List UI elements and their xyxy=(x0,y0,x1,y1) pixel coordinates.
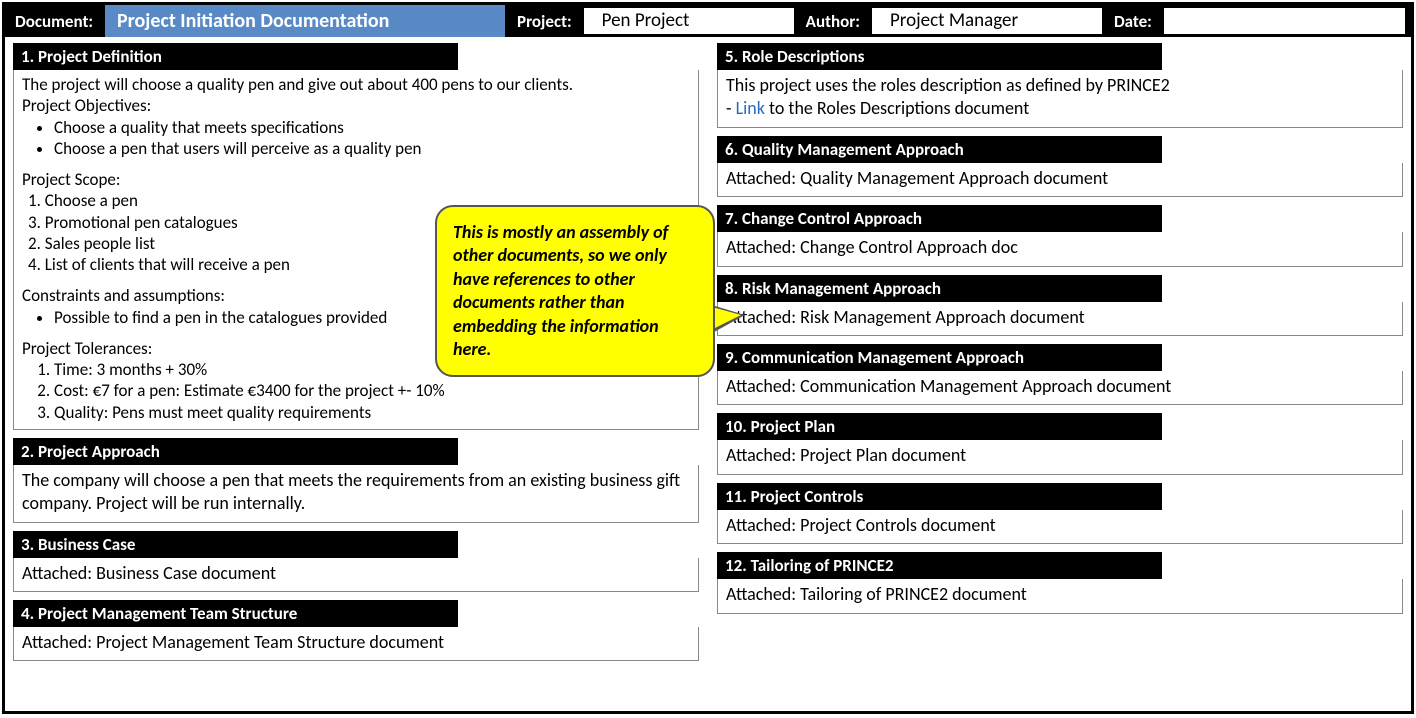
date-label: Date: xyxy=(1108,11,1158,32)
annotation-callout: This is mostly an assembly of other docu… xyxy=(435,205,715,377)
section-project-controls: 11. Project Controls Attached: Project C… xyxy=(717,483,1403,544)
section-header: 12. Tailoring of PRINCE2 xyxy=(717,552,1162,579)
section-quality-approach: 6. Quality Management Approach Attached:… xyxy=(717,136,1403,197)
section-business-case: 3. Business Case Attached: Business Case… xyxy=(13,531,699,592)
section-header: 1. Project Definition xyxy=(13,43,458,70)
list-item: Choose a pen that users will perceive as… xyxy=(54,138,692,159)
role-desc-line2: - Link to the Roles Descriptions documen… xyxy=(726,97,1396,120)
list-item: Quality: Pens must meet quality requirem… xyxy=(54,402,692,423)
project-value: Pen Project xyxy=(584,8,794,34)
section-body: The company will choose a pen that meets… xyxy=(13,465,699,523)
document-title: Project Initiation Documentation xyxy=(105,5,505,37)
section-header: 10. Project Plan xyxy=(717,413,1162,440)
list-item: Choose a quality that meets specificatio… xyxy=(54,117,692,138)
section-communication: 9. Communication Management Approach Att… xyxy=(717,344,1403,405)
date-value xyxy=(1164,8,1405,34)
section-role-descriptions: 5. Role Descriptions This project uses t… xyxy=(717,43,1403,128)
section-team-structure: 4. Project Management Team Structure Att… xyxy=(13,600,699,661)
section-project-plan: 10. Project Plan Attached: Project Plan … xyxy=(717,413,1403,474)
author-label: Author: xyxy=(800,11,866,32)
role-desc-line1: This project uses the roles description … xyxy=(726,74,1396,97)
objectives-list: Choose a quality that meets specificatio… xyxy=(54,117,692,160)
section-body: Attached: Project Management Team Struct… xyxy=(13,627,699,661)
section-header: 7. Change Control Approach xyxy=(717,205,1162,232)
section-header: 8. Risk Management Approach xyxy=(717,275,1162,302)
section-body: This project uses the roles description … xyxy=(717,70,1403,128)
section-header: 3. Business Case xyxy=(13,531,458,558)
section-change-control: 7. Change Control Approach Attached: Cha… xyxy=(717,205,1403,266)
section-header: 6. Quality Management Approach xyxy=(717,136,1162,163)
project-label: Project: xyxy=(511,11,578,32)
section-header: 9. Communication Management Approach xyxy=(717,344,1162,371)
section-body: Attached: Communication Management Appro… xyxy=(717,371,1403,405)
section-tailoring: 12. Tailoring of PRINCE2 Attached: Tailo… xyxy=(717,552,1403,613)
scope-label: Project Scope: xyxy=(22,169,692,190)
section-body: Attached: Project Controls document xyxy=(717,510,1403,544)
right-column: 5. Role Descriptions This project uses t… xyxy=(717,43,1403,669)
section-body: Attached: Project Plan document xyxy=(717,440,1403,474)
definition-intro: The project will choose a quality pen an… xyxy=(22,74,692,95)
section-header: 4. Project Management Team Structure xyxy=(13,600,458,627)
roles-link[interactable]: Link xyxy=(736,97,765,119)
list-item: Cost: €7 for a pen: Estimate €3400 for t… xyxy=(54,380,692,401)
objectives-label: Project Objectives: xyxy=(22,95,692,116)
section-header: 5. Role Descriptions xyxy=(717,43,1162,70)
section-body: Attached: Tailoring of PRINCE2 document xyxy=(717,579,1403,613)
section-body: Attached: Business Case document xyxy=(13,558,699,592)
section-header: 2. Project Approach xyxy=(13,438,458,465)
section-risk-management: 8. Risk Management Approach Attached: Ri… xyxy=(717,275,1403,336)
document-page: Document: Project Initiation Documentati… xyxy=(2,2,1414,714)
author-value: Project Manager xyxy=(872,8,1102,34)
section-project-approach: 2. Project Approach The company will cho… xyxy=(13,438,699,523)
section-header: 11. Project Controls xyxy=(717,483,1162,510)
document-label: Document: xyxy=(9,11,99,32)
section-body: Attached: Quality Management Approach do… xyxy=(717,163,1403,197)
top-bar: Document: Project Initiation Documentati… xyxy=(5,5,1411,37)
section-body: Attached: Change Control Approach doc xyxy=(717,232,1403,266)
section-body: Attached: Risk Management Approach docum… xyxy=(717,302,1403,336)
